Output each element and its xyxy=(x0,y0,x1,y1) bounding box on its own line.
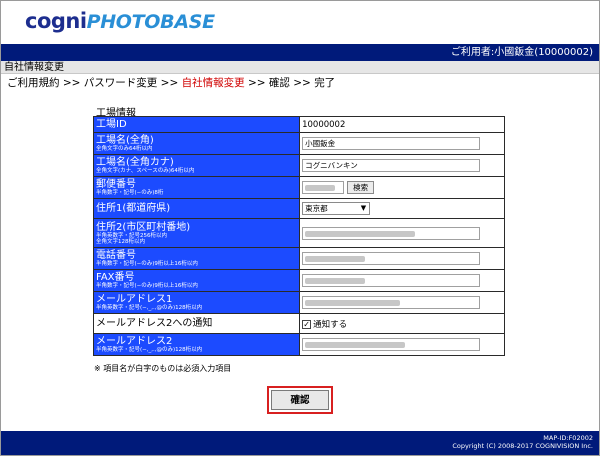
fax-input[interactable] xyxy=(302,274,481,287)
form-row-zip: 郵便番号 半角数字・記号(−のみ)8桁 検索 xyxy=(92,176,505,199)
breadcrumb-step-company-info: 自社情報変更 xyxy=(181,77,245,89)
prefecture-select[interactable]: 東京都 ▼ xyxy=(302,202,371,215)
address2-note-2: 全角文字128桁以内 xyxy=(96,238,145,245)
breadcrumb-step-complete: 完了 xyxy=(314,77,336,89)
name-kana-note: 全角文字(カナ、スペースのみ)64桁以内 xyxy=(96,168,195,174)
factory-id-label-cell: 工場ID xyxy=(92,116,301,133)
redacted-value xyxy=(305,278,366,284)
form-row-email2-notify: メールアドレス2への通知 ✓ 通知する xyxy=(92,313,505,334)
user-label: ご利用者:小國鈑金(10000002) xyxy=(450,47,593,58)
address2-input[interactable] xyxy=(302,226,481,240)
breadcrumb-step-confirm: 確認 xyxy=(268,77,290,89)
name-note: 全角文字のみ64桁以内 xyxy=(96,146,153,152)
name-kana-value-cell: コグニバンキン xyxy=(299,154,505,177)
form-row-factory-id: 工場ID 10000002 xyxy=(92,116,505,133)
phone-label: 電話番号 xyxy=(96,250,136,261)
notify-checkbox[interactable]: ✓ xyxy=(302,319,312,329)
prefecture-selected-value: 東京都 xyxy=(305,204,328,213)
zip-search-button[interactable]: 検索 xyxy=(347,181,375,194)
breadcrumb: ご利用規約 >> パスワード変更 >> 自社情報変更 >> 確認 >> 完了 xyxy=(7,76,335,90)
address2-value-cell xyxy=(299,218,505,248)
phone-value-cell xyxy=(299,247,505,270)
zip-value-cell: 検索 xyxy=(299,176,505,199)
email2-notify-label: メールアドレス2への通知 xyxy=(96,318,213,329)
prefecture-label: 住所1(都道府県) xyxy=(96,203,171,214)
zip-note: 半角数字・記号(−のみ)8桁 xyxy=(96,190,164,196)
email2-notify-value-cell: ✓ 通知する xyxy=(299,313,505,334)
fax-note: 半角数字・記号(−のみ)9桁以上16桁以内 xyxy=(96,283,198,289)
email2-notify-label-cell: メールアドレス2への通知 xyxy=(92,313,301,334)
form-row-name-kana: 工場名(全角カナ) 全角文字(カナ、スペースのみ)64桁以内 コグニバンキン xyxy=(92,154,505,177)
email1-label: メールアドレス1 xyxy=(96,294,173,305)
prefecture-value-cell: 東京都 ▼ xyxy=(299,198,505,219)
breadcrumb-separator: >> xyxy=(62,77,81,89)
notify-checkbox-label[interactable]: 通知する xyxy=(313,320,347,330)
email1-label-cell: メールアドレス1 半角英数字・記号(−,_,.,@のみ)128桁以内 xyxy=(92,291,301,314)
redacted-value xyxy=(305,185,336,191)
fax-label: FAX番号 xyxy=(96,272,135,283)
redacted-value xyxy=(305,300,401,306)
phone-note: 半角数字・記号(−のみ)9桁以上16桁以内 xyxy=(96,261,198,267)
form-row-address2: 住所2(市区町村番地) 半角英数字・記号256桁以内 全角文字128桁以内 xyxy=(92,218,505,248)
redacted-value xyxy=(305,342,406,348)
zip-label: 郵便番号 xyxy=(96,179,136,190)
name-value-cell: 小國鈑金 xyxy=(299,132,505,155)
factory-id-value: 10000002 xyxy=(302,119,346,130)
zip-input[interactable] xyxy=(302,181,345,194)
name-kana-label-cell: 工場名(全角カナ) 全角文字(カナ、スペースのみ)64桁以内 xyxy=(92,154,301,177)
page: cogni PHOTOBASE ご利用者:小國鈑金(10000002) 自社情報… xyxy=(0,0,600,456)
factory-id-label: 工場ID xyxy=(96,119,127,130)
phone-input[interactable] xyxy=(302,252,481,265)
form-row-email1: メールアドレス1 半角英数字・記号(−,_,.,@のみ)128桁以内 xyxy=(92,291,505,314)
form-row-prefecture: 住所1(都道府県) 東京都 ▼ xyxy=(92,198,505,219)
breadcrumb-separator: >> xyxy=(160,77,179,89)
name-label: 工場名(全角) xyxy=(96,135,154,146)
breadcrumb-step-terms: ご利用規約 xyxy=(7,77,60,89)
factory-info-form: 工場ID 10000002 工場名(全角) 全角文字のみ64桁以内 小國鈑金 工… xyxy=(92,116,505,356)
factory-name-kana-input[interactable]: コグニバンキン xyxy=(302,159,481,172)
email2-input[interactable] xyxy=(302,338,481,351)
email2-note: 半角英数字・記号(−,_,.,@のみ)128桁以内 xyxy=(96,347,203,353)
factory-name-input[interactable]: 小國鈑金 xyxy=(302,137,481,150)
redacted-value xyxy=(305,256,366,262)
breadcrumb-separator: >> xyxy=(293,77,311,89)
address2-label: 住所2(市区町村番地) xyxy=(96,221,191,233)
copyright: Copyright (C) 2008-2017 COGNIVISION Inc. xyxy=(452,442,593,450)
email2-label-cell: メールアドレス2 半角英数字・記号(−,_,.,@のみ)128桁以内 xyxy=(92,333,301,356)
cogni-photobase-logo: cogni PHOTOBASE xyxy=(25,9,215,35)
logo-photobase-text: PHOTOBASE xyxy=(86,11,216,33)
form-row-email2: メールアドレス2 半角英数字・記号(−,_,.,@のみ)128桁以内 xyxy=(92,333,505,356)
user-bar: ご利用者:小國鈑金(10000002) xyxy=(1,44,599,61)
name-label-cell: 工場名(全角) 全角文字のみ64桁以内 xyxy=(92,132,301,155)
breadcrumb-step-password: パスワード変更 xyxy=(83,77,158,89)
form-row-fax: FAX番号 半角数字・記号(−のみ)9桁以上16桁以内 xyxy=(92,269,505,292)
prefecture-label-cell: 住所1(都道府県) xyxy=(92,198,301,219)
fax-label-cell: FAX番号 半角数字・記号(−のみ)9桁以上16桁以内 xyxy=(92,269,301,292)
email2-value-cell xyxy=(299,333,505,356)
footer: MAP-ID:F02002 Copyright (C) 2008-2017 CO… xyxy=(1,431,599,455)
email2-label: メールアドレス2 xyxy=(96,336,173,347)
chevron-down-icon: ▼ xyxy=(360,204,367,212)
name-kana-label: 工場名(全角カナ) xyxy=(96,157,174,168)
fax-value-cell xyxy=(299,269,505,292)
redacted-value xyxy=(305,230,416,237)
email1-value-cell xyxy=(299,291,505,314)
page-title: 自社情報変更 xyxy=(1,61,599,74)
map-id: MAP-ID:F02002 xyxy=(543,434,593,442)
breadcrumb-separator: >> xyxy=(247,77,266,89)
email1-note: 半角英数字・記号(−,_,.,@のみ)128桁以内 xyxy=(96,305,203,311)
logo-cogni-text: cogni xyxy=(25,9,87,33)
zip-label-cell: 郵便番号 半角数字・記号(−のみ)8桁 xyxy=(92,176,301,199)
required-footnote: ※ 項目名が白字のものは必須入力項目 xyxy=(94,364,232,373)
confirm-highlight: 確認 xyxy=(267,386,333,414)
factory-id-value-cell: 10000002 xyxy=(299,116,505,133)
email1-input[interactable] xyxy=(302,296,481,309)
address2-label-cell: 住所2(市区町村番地) 半角英数字・記号256桁以内 全角文字128桁以内 xyxy=(92,218,301,248)
confirm-button[interactable]: 確認 xyxy=(271,390,329,410)
form-row-phone: 電話番号 半角数字・記号(−のみ)9桁以上16桁以内 xyxy=(92,247,505,270)
phone-label-cell: 電話番号 半角数字・記号(−のみ)9桁以上16桁以内 xyxy=(92,247,301,270)
form-row-name: 工場名(全角) 全角文字のみ64桁以内 小國鈑金 xyxy=(92,132,505,155)
